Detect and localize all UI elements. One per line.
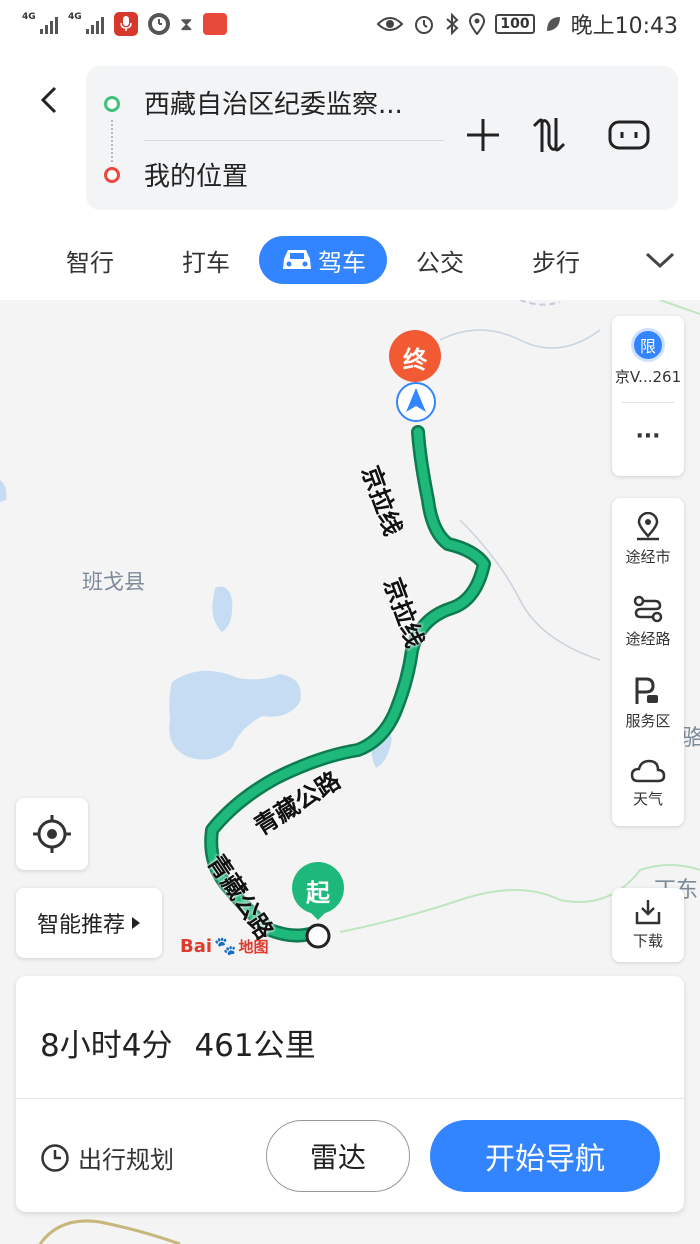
service-area-label: 服务区 — [625, 712, 671, 730]
restriction-badge: 限 — [631, 328, 665, 362]
route-input-box: 西藏自治区纪委监察... 我的位置 — [86, 66, 678, 210]
start-marker: 起 — [306, 879, 330, 907]
start-field[interactable]: 我的位置 — [144, 156, 248, 193]
destination-dot-icon — [104, 96, 120, 112]
tab-smart[interactable]: 智行 — [52, 236, 128, 284]
tab-label: 公交 — [416, 248, 464, 277]
more-modes-button[interactable] — [644, 244, 676, 276]
download-icon — [635, 900, 661, 925]
start-navigation-button[interactable]: 开始导航 — [430, 1120, 660, 1192]
route-icon — [633, 595, 663, 623]
clock-icon — [41, 1143, 69, 1172]
cloud-icon — [630, 759, 666, 783]
tab-drive[interactable]: 驾车 — [259, 236, 387, 284]
route-header: 西藏自治区纪委监察... 我的位置 智行 打车 驾车 公交 步行 — [0, 48, 700, 300]
baidu-map-logo: Bai 🐾 地图 — [180, 936, 268, 957]
via-road-button[interactable]: 途经路 — [612, 594, 684, 649]
alarm-icon — [148, 13, 170, 35]
via-city-button[interactable]: 途经市 — [612, 512, 684, 567]
tab-walk[interactable]: 步行 — [518, 236, 594, 284]
service-area-button[interactable]: 服务区 — [612, 676, 684, 731]
route-tools-panel: 途经市 途经路 服务区 天气 — [612, 498, 684, 826]
signal-icon: 4G — [68, 12, 104, 34]
clock-time: 晚上10:43 — [570, 14, 678, 39]
trip-plan-label: 出行规划 — [78, 1146, 174, 1174]
radar-label: 雷达 — [309, 1141, 366, 1174]
restriction-panel: 限 京V...261 ··· — [612, 316, 684, 476]
location-icon — [469, 13, 486, 35]
microphone-icon — [114, 12, 138, 36]
more-icon: ··· — [635, 424, 661, 449]
via-city-label: 途经市 — [625, 548, 671, 566]
tab-taxi[interactable]: 打车 — [168, 236, 244, 284]
status-bar: 4G 4G ⧗ 100 晚上10:43 — [0, 0, 700, 48]
tab-label: 驾车 — [318, 248, 366, 277]
swap-route-button[interactable] — [524, 110, 574, 160]
locate-button[interactable] — [16, 798, 88, 870]
start-dot-icon — [104, 167, 120, 183]
smart-recommend-label: 智能推荐 — [36, 913, 125, 938]
county-label: 班戈县 — [82, 570, 145, 594]
via-road-label: 途经路 — [625, 630, 671, 648]
tab-transit[interactable]: 公交 — [402, 236, 478, 284]
route-summary-card: 8小时4分 461公里 出行规划 雷达 开始导航 — [16, 976, 684, 1212]
route-connector — [111, 120, 113, 162]
tab-label: 智行 — [66, 248, 114, 277]
logo-suffix: 地图 — [238, 938, 269, 956]
battery-icon: 100 — [495, 14, 535, 34]
download-label: 下载 — [632, 932, 663, 950]
car-icon — [283, 250, 311, 269]
divider — [16, 1098, 684, 1099]
restriction-button[interactable]: 限 京V...261 — [612, 328, 684, 387]
trip-plan-button[interactable]: 出行规划 — [40, 1140, 174, 1175]
bluetooth-icon — [446, 13, 459, 35]
distance: 461公里 — [194, 1028, 316, 1064]
download-panel: 下载 — [612, 888, 684, 962]
route-settings-button[interactable] — [604, 110, 654, 160]
hourglass-icon: ⧗ — [180, 13, 193, 35]
more-options-button[interactable]: ··· — [612, 424, 684, 449]
back-arrow-icon — [40, 86, 57, 114]
smart-recommend-button[interactable]: 智能推荐 — [16, 888, 162, 958]
signal-icon: 4G — [22, 12, 58, 34]
network-type: 4G — [22, 12, 36, 22]
plus-icon — [467, 119, 499, 151]
network-type: 4G — [68, 12, 82, 22]
tab-label: 步行 — [532, 248, 580, 277]
weather-button[interactable]: 天气 — [612, 758, 684, 809]
destination-field[interactable]: 西藏自治区纪委监察... — [144, 84, 403, 121]
leaf-icon — [546, 17, 560, 31]
divider — [144, 140, 444, 141]
route-summary[interactable]: 8小时4分 461公里 — [40, 1020, 316, 1065]
car-settings-icon — [608, 120, 650, 150]
divider — [622, 402, 674, 403]
parking-cafe-icon — [635, 677, 658, 704]
chevron-down-icon — [645, 252, 675, 269]
swap-icon — [532, 118, 566, 152]
pin-icon — [637, 512, 659, 541]
end-marker: 终 — [403, 346, 427, 374]
crosshair-icon — [33, 815, 71, 853]
restriction-plate: 京V...261 — [614, 368, 682, 386]
start-navigation-label: 开始导航 — [485, 1142, 605, 1177]
back-button[interactable] — [34, 80, 64, 120]
alarm-clock-icon — [415, 16, 434, 34]
app-notification-icon — [202, 13, 227, 35]
add-waypoint-button[interactable] — [458, 110, 508, 160]
weather-label: 天气 — [632, 790, 663, 808]
play-triangle-icon — [132, 917, 140, 929]
download-button[interactable]: 下载 — [612, 898, 684, 951]
paw-icon: 🐾 — [214, 936, 237, 957]
duration: 8小时4分 — [40, 1028, 173, 1064]
logo-text: Bai — [180, 936, 213, 957]
eye-icon — [377, 17, 404, 31]
tab-label: 打车 — [182, 248, 230, 277]
radar-button[interactable]: 雷达 — [266, 1120, 410, 1192]
travel-mode-tabs: 智行 打车 驾车 公交 步行 — [0, 236, 700, 284]
place-label-partial: 骆 — [682, 726, 700, 751]
